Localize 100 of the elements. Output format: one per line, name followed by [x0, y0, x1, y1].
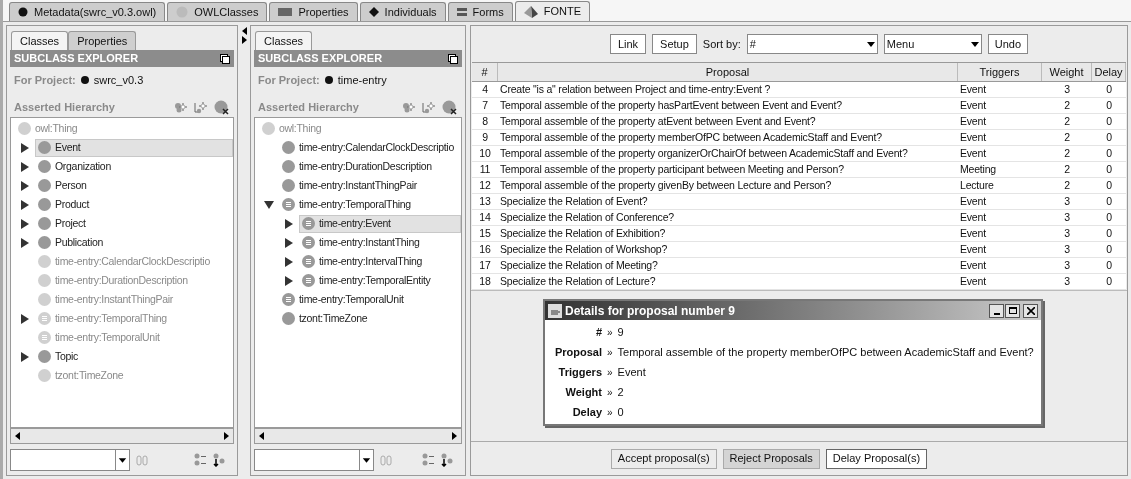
- top-tab[interactable]: Forms: [447, 2, 513, 21]
- table-cell-text: 0: [1105, 129, 1113, 145]
- dropdown-arrow-icon[interactable]: [359, 449, 373, 470]
- column-header[interactable]: Weight: [1042, 63, 1092, 81]
- tree-item[interactable]: time-entry:InstantThing: [299, 233, 461, 252]
- minimize-button[interactable]: [989, 303, 1004, 318]
- setup-button[interactable]: Setup: [652, 34, 697, 54]
- defined-class-icon: [302, 274, 315, 287]
- maximize-button[interactable]: [1005, 303, 1020, 318]
- horizontal-scrollbar[interactable]: [10, 428, 234, 444]
- table-cell-text: Specialize the Relation of Meeting?: [499, 257, 659, 273]
- delete-class-icon[interactable]: [214, 100, 230, 115]
- tree-item[interactable]: time-entry:TemporalThing: [279, 195, 461, 214]
- action-button[interactable]: Delay Proposal(s): [825, 448, 928, 469]
- collapse-arrow-icon[interactable]: [264, 200, 274, 209]
- tree-item[interactable]: time-entry:DurationDescription: [279, 157, 461, 176]
- undo-button[interactable]: Undo: [987, 34, 1029, 54]
- field-value: Event: [617, 364, 646, 380]
- window-icon[interactable]: [220, 53, 230, 64]
- delete-class-icon[interactable]: [442, 100, 458, 115]
- tree-item[interactable]: time-entry:TemporalThing: [35, 309, 233, 328]
- expand-arrow-icon[interactable]: [285, 218, 293, 229]
- expand-arrow-icon[interactable]: [285, 237, 293, 248]
- defined-class-icon: [282, 293, 295, 306]
- list-icon[interactable]: [422, 453, 434, 466]
- action-button[interactable]: Accept proposal(s): [610, 448, 717, 469]
- top-tab[interactable]: FONTE: [514, 1, 591, 21]
- menu-dropdown[interactable]: Menu: [883, 34, 982, 54]
- project-name: swrc_v0.3: [93, 72, 144, 88]
- table-cell-text: 18: [478, 273, 492, 289]
- defined-class-icon: [38, 331, 51, 344]
- expand-arrow-icon[interactable]: [21, 218, 29, 229]
- column-header[interactable]: #: [472, 63, 498, 81]
- column-header[interactable]: Delay: [1092, 63, 1126, 81]
- tree-item[interactable]: time-entry:CalendarClockDescriptio: [279, 138, 461, 157]
- class-icon: [38, 160, 51, 173]
- dropdown-arrow-icon[interactable]: [115, 449, 129, 470]
- tree-item[interactable]: time-entry:CalendarClockDescriptio: [35, 252, 233, 271]
- column-header[interactable]: Triggers: [958, 63, 1042, 81]
- expand-arrow-icon[interactable]: [21, 351, 29, 362]
- add-sibling-icon[interactable]: [194, 101, 208, 114]
- tree-item[interactable]: time-entry:DurationDescription: [35, 271, 233, 290]
- separator-glyph: »: [607, 405, 613, 420]
- table-cell-text: 2: [1063, 97, 1071, 113]
- add-sibling-icon[interactable]: [422, 101, 436, 114]
- add-subclass-icon[interactable]: [402, 101, 416, 114]
- panel-tab[interactable]: Classes: [11, 31, 69, 50]
- tree-item[interactable]: Person: [35, 176, 233, 195]
- tree-item[interactable]: time-entry:Event: [299, 214, 461, 233]
- expand-arrow-icon[interactable]: [21, 180, 29, 191]
- tree-item[interactable]: owl:Thing: [15, 119, 233, 138]
- expand-arrow-icon[interactable]: [21, 142, 29, 153]
- column-header[interactable]: Proposal: [498, 63, 958, 81]
- tree-item[interactable]: time-entry:IntervalThing: [299, 252, 461, 271]
- tree-item[interactable]: Event: [35, 138, 233, 157]
- panel-tab[interactable]: Classes: [255, 31, 313, 50]
- field-value: 0: [617, 404, 624, 420]
- action-button[interactable]: Reject Proposals: [722, 448, 820, 469]
- tree-item[interactable]: tzont:TimeZone: [35, 366, 233, 385]
- add-subclass-icon[interactable]: [174, 101, 188, 114]
- tree-item[interactable]: time-entry:TemporalUnit: [279, 290, 461, 309]
- table-cell-text: Event: [959, 209, 987, 225]
- expand-arrow-icon[interactable]: [21, 161, 29, 172]
- panel-tab[interactable]: Properties: [68, 31, 137, 50]
- tree-item[interactable]: time-entry:InstantThingPair: [35, 290, 233, 309]
- project-name: time-entry: [337, 72, 387, 88]
- panel-header: SUBCLASS EXPLORER: [258, 51, 383, 67]
- tree-item[interactable]: Organization: [35, 157, 233, 176]
- table-cell-text: Temporal assemble of the property hasPartEvent between Event and Event?: [499, 97, 843, 113]
- tree-item[interactable]: Project: [35, 214, 233, 233]
- top-tab[interactable]: Properties: [269, 2, 358, 21]
- table-cell-text: Specialize the Relation of Event?: [499, 193, 649, 209]
- close-button[interactable]: [1023, 303, 1038, 318]
- expand-arrow-icon[interactable]: [285, 275, 293, 286]
- move-down-icon[interactable]: [212, 452, 226, 467]
- top-tab[interactable]: OWLClasses: [167, 2, 268, 21]
- expand-right-icon[interactable]: [241, 36, 247, 44]
- tree-item[interactable]: Publication: [35, 233, 233, 252]
- tree-item[interactable]: owl:Thing: [259, 119, 461, 138]
- tree-item[interactable]: time-entry:InstantThingPair: [279, 176, 461, 195]
- tree-item[interactable]: time-entry:TemporalUnit: [35, 328, 233, 347]
- window-icon[interactable]: [448, 53, 458, 64]
- tree-item[interactable]: Topic: [35, 347, 233, 366]
- sort-dropdown[interactable]: #: [746, 34, 878, 54]
- top-tab[interactable]: Individuals: [359, 2, 446, 21]
- horizontal-scrollbar[interactable]: [254, 428, 462, 444]
- list-icon[interactable]: [194, 453, 206, 466]
- top-tab[interactable]: Metadata(swrc_v0.3.owl): [9, 2, 166, 21]
- expand-arrow-icon[interactable]: [21, 237, 29, 248]
- expand-arrow-icon[interactable]: [285, 256, 293, 267]
- tree-item[interactable]: time-entry:TemporalEntity: [299, 271, 461, 290]
- move-down-icon[interactable]: [440, 452, 454, 467]
- expand-arrow-icon[interactable]: [21, 313, 29, 324]
- expand-arrow-icon[interactable]: [21, 199, 29, 210]
- link-button[interactable]: Link: [609, 34, 647, 54]
- collapse-left-icon[interactable]: [241, 27, 247, 35]
- table-cell-text: Event: [959, 273, 987, 289]
- tree-item[interactable]: Product: [35, 195, 233, 214]
- tree-item[interactable]: tzont:TimeZone: [279, 309, 461, 328]
- table-cell-text: Temporal assemble of the property organizerOrChairOf between AcademicStaff and Event?: [499, 145, 909, 161]
